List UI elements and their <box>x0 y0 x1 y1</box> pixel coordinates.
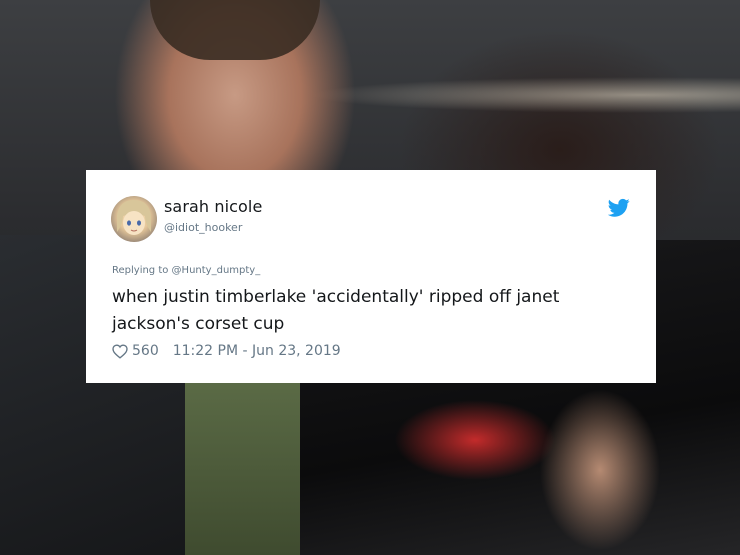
tweet-text: when justin timberlake 'accidentally' ri… <box>112 287 560 334</box>
avatar-anime-icon <box>117 200 151 235</box>
date-separator: - <box>238 343 253 359</box>
tweet-meta: 560 11:22 PM - Jun 23, 2019 <box>112 343 341 359</box>
display-name[interactable]: sarah nicole <box>164 197 262 216</box>
heart-outline-icon[interactable] <box>112 343 128 359</box>
tweet-date[interactable]: Jun 23, 2019 <box>252 343 341 359</box>
avatar[interactable] <box>111 196 157 242</box>
tweet-time[interactable]: 11:22 PM <box>173 343 238 359</box>
twitter-bird-icon[interactable] <box>608 198 630 218</box>
photo-hair <box>150 0 320 60</box>
tweet-card[interactable]: sarah nicole @idiot_hooker Replying to @… <box>86 170 656 383</box>
user-handle[interactable]: @idiot_hooker <box>164 221 242 234</box>
like-count[interactable]: 560 <box>132 343 159 359</box>
photo-shirt <box>185 380 310 555</box>
replying-to[interactable]: Replying to @Hunty_dumpty_ <box>112 265 260 276</box>
